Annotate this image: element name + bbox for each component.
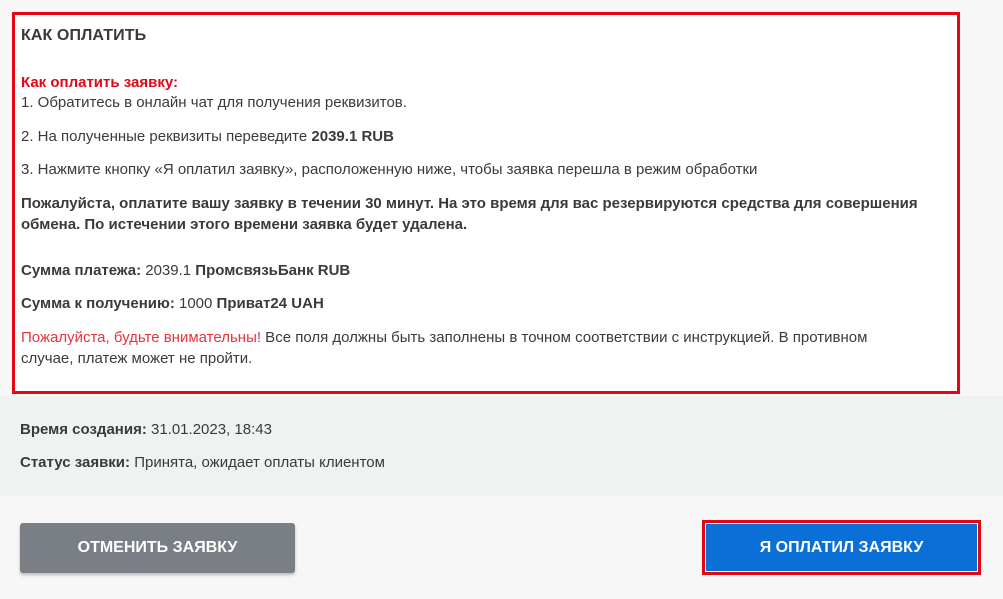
receive-sum-row: Сумма к получению: 1000 Приват24 UAH (21, 293, 324, 314)
payment-time-notice: Пожалуйста, оплатите вашу заявку в течен… (21, 195, 918, 233)
order-meta-panel: Время создания: 31.01.2023, 18:43 Статус… (0, 396, 1003, 496)
created-time-row: Время создания: 31.01.2023, 18:43 (20, 420, 272, 440)
payment-sum-currency: ПромсвязьБанк RUB (195, 262, 351, 279)
cancel-order-button[interactable]: ОТМЕНИТЬ ЗАЯВКУ (20, 523, 295, 573)
paid-order-button[interactable]: Я ОПЛАТИЛ ЗАЯВКУ (706, 524, 977, 571)
order-status-row: Статус заявки: Принята, ожидает оплаты к… (20, 453, 385, 473)
step-1-text: 1. Обратитесь в онлайн чат для получения… (21, 94, 407, 111)
payment-sum-label: Сумма платежа: (21, 262, 142, 279)
payment-sum-row: Сумма платежа: 2039.1 ПромсвязьБанк RUB (21, 260, 350, 281)
step-3-text: 3. Нажмите кнопку «Я оплатил заявку», ра… (21, 161, 758, 178)
created-time-value: 31.01.2023, 18:43 (150, 421, 272, 438)
payment-sum-value: 2039.1 (145, 262, 192, 279)
order-status-value: Принята, ожидает оплаты клиентом (134, 454, 385, 471)
receive-sum-currency: Приват24 UAH (216, 295, 324, 312)
step-2-prefix: 2. На полученные реквизиты переведите (21, 128, 312, 145)
created-time-label: Время создания: (20, 421, 147, 438)
attention-warning: Пожалуйста, будьте внимательны! Все поля… (21, 327, 921, 369)
receive-sum-value: 1000 (179, 295, 213, 312)
step-2-amount: 2039.1 RUB (311, 128, 394, 145)
attention-warning-red: Пожалуйста, будьте внимательны! (21, 329, 262, 346)
order-status-label: Статус заявки: (20, 454, 131, 471)
step-2-text: 2. На полученные реквизиты переведите 20… (21, 126, 394, 147)
how-to-pay-heading: Как оплатить заявку: (21, 74, 178, 91)
instructions-title: КАК ОПЛАТИТЬ (21, 27, 147, 44)
receive-sum-label: Сумма к получению: (21, 295, 175, 312)
payment-instructions-box: КАК ОПЛАТИТЬ Как оплатить заявку: 1. Обр… (12, 12, 960, 394)
